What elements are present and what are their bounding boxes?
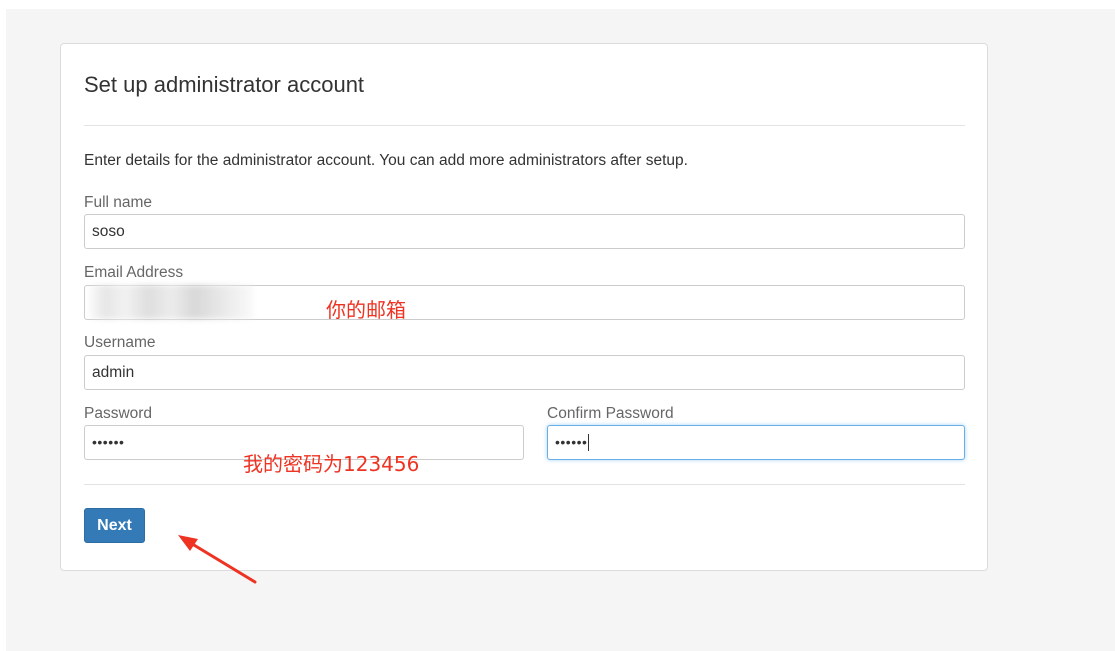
next-button[interactable]: Next (84, 508, 145, 543)
page-title: Set up administrator account (84, 72, 365, 97)
username-label: Username (84, 334, 156, 351)
full-name-value: soso (92, 223, 125, 240)
confirm-password-field[interactable]: •••••• (547, 425, 965, 460)
text-cursor (588, 434, 590, 452)
email-annotation: 你的邮箱 (326, 298, 406, 322)
confirm-password-value: •••••• (555, 434, 588, 450)
confirm-password-label: Confirm Password (547, 405, 674, 422)
full-name-field[interactable]: soso (84, 214, 965, 249)
form-divider (84, 484, 965, 485)
username-field[interactable]: admin (84, 355, 965, 390)
arrow-annotation-icon (178, 535, 257, 584)
password-value: •••••• (92, 434, 125, 450)
full-name-label: Full name (84, 194, 153, 211)
email-label: Email Address (84, 264, 184, 281)
username-value: admin (92, 364, 135, 381)
title-divider (84, 125, 965, 126)
password-annotation: 我的密码为123456 (243, 452, 420, 476)
password-label: Password (84, 405, 153, 422)
email-redaction (89, 285, 254, 319)
setup-panel: Set up administrator account Enter detai… (60, 43, 988, 571)
setup-description: Enter details for the administrator acco… (84, 152, 688, 169)
